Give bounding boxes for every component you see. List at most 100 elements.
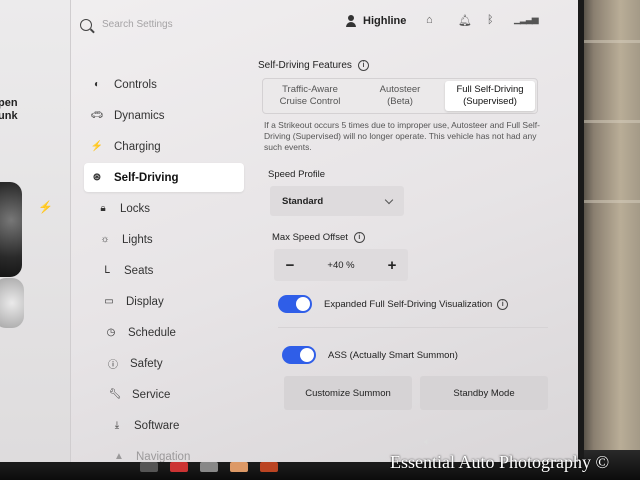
fsd-visualization-label: Expanded Full Self-Driving Visualization… xyxy=(324,298,509,310)
strikeout-warning: If a Strikeout occurs 5 times due to imp… xyxy=(264,120,540,152)
fsd-visualization-toggle[interactable] xyxy=(278,295,312,313)
app-icon[interactable] xyxy=(140,462,158,472)
car-image xyxy=(0,182,22,277)
sidebar-item-label: Dynamics xyxy=(114,109,165,122)
sidebar-item-label: Lights xyxy=(122,233,153,246)
sidebar-item-label: Seats xyxy=(124,264,154,277)
sidebar-item-label: Locks xyxy=(120,202,151,215)
search-icon xyxy=(80,18,92,31)
bluetooth-icon[interactable]: ᛒ xyxy=(487,14,494,26)
car-panel: pen unk ⚡ xyxy=(0,0,71,462)
arcade-icon[interactable] xyxy=(260,462,278,472)
sidebar-item-schedule[interactable]: ◷ Schedule xyxy=(84,318,244,347)
customize-summon-button[interactable]: Customize Summon xyxy=(284,376,412,410)
speed-profile-label-text: Speed Profile xyxy=(268,169,326,180)
volume-icon[interactable]: 🔈︎ xyxy=(424,436,431,449)
sidebar-item-display[interactable]: ▭ Display xyxy=(84,287,244,316)
sidebar-item-dynamics[interactable]: 🚗︎ Dynamics xyxy=(84,101,244,130)
bolt-icon: ⚡ xyxy=(38,200,53,214)
speed-profile-dropdown[interactable]: Standard xyxy=(270,186,404,216)
display-icon: ▭ xyxy=(104,296,114,307)
fsd-visualization-label-text: Expanded Full Self-Driving Visualization xyxy=(324,298,493,310)
speed-profile-label: Speed Profile xyxy=(268,169,548,180)
car-panel-trunk-text[interactable]: unk xyxy=(0,110,18,122)
max-speed-offset-stepper: − +40 % + xyxy=(274,249,408,281)
sidebar-item-label: Display xyxy=(126,295,164,308)
bell-icon[interactable]: 🔔︎ xyxy=(458,14,472,27)
option-autosteer[interactable]: Autosteer (Beta) xyxy=(355,81,445,111)
app-dock xyxy=(140,462,278,472)
max-speed-offset-label: Max Speed Offset i xyxy=(272,232,548,243)
features-section-title: Self-Driving Features i xyxy=(258,60,548,71)
summon-buttons: Customize Summon Standby Mode xyxy=(284,376,548,410)
sidebar-item-label: Self-Driving xyxy=(114,171,179,184)
bolt-icon: ⚡ xyxy=(90,141,104,152)
sidebar-item-controls[interactable]: ◐ Controls xyxy=(84,70,244,99)
lte-signal-icon: ▁▂▃▅ xyxy=(514,14,539,24)
car-panel-open-text[interactable]: pen xyxy=(0,97,18,109)
sidebar-item-seats[interactable]: ᒪ Seats xyxy=(84,256,244,285)
touchscreen: pen unk ⚡ Highline ⌂ 🔔︎ ᛒ ▁▂▃▅ ◐ Controls… xyxy=(0,0,584,466)
sidebar-item-charging[interactable]: ⚡ Charging xyxy=(84,132,244,161)
option-traffic-aware-cruise-control[interactable]: Traffic-Aware Cruise Control xyxy=(265,81,355,111)
search-bar[interactable] xyxy=(80,18,284,31)
person-icon xyxy=(345,15,357,27)
sidebar-item-service[interactable]: 🔧︎ Service xyxy=(84,380,244,409)
profile-button[interactable]: Highline xyxy=(345,15,406,27)
profile-name: Highline xyxy=(363,15,407,27)
sidebar-item-software[interactable]: ⤓ Software xyxy=(84,411,244,440)
max-speed-offset-value: +40 % xyxy=(327,259,355,271)
info-icon[interactable]: i xyxy=(353,232,365,243)
info-icon[interactable]: i xyxy=(497,298,509,310)
sidebar-item-label: Charging xyxy=(114,140,161,153)
nav-arrow-icon: ▲ xyxy=(114,451,124,462)
chevron-down-icon xyxy=(384,195,394,204)
calendar-icon[interactable] xyxy=(170,462,188,472)
clock-icon: ◷ xyxy=(106,327,116,338)
download-icon: ⤓ xyxy=(114,420,120,431)
max-speed-offset-label-text: Max Speed Offset xyxy=(272,232,348,243)
smart-summon-label: ASS (Actually Smart Summon) xyxy=(328,349,458,361)
option-line2: (Beta) xyxy=(387,96,413,107)
seat-icon: ᒪ xyxy=(104,265,110,276)
smart-summon-toggle[interactable] xyxy=(282,346,316,364)
steering-wheel-icon: ⊛ xyxy=(92,172,102,183)
home-icon[interactable]: ⌂ xyxy=(426,14,433,26)
sidebar-item-label: Safety xyxy=(130,357,163,370)
option-line2: (Supervised) xyxy=(463,96,517,107)
sidebar-item-label: Controls xyxy=(114,78,157,91)
sidebar-item-label: Navigation xyxy=(136,450,191,463)
option-line1: Full Self-Driving xyxy=(456,84,524,95)
photographer-watermark: Essential Auto Photography © xyxy=(390,452,610,472)
option-line1: Autosteer xyxy=(379,84,421,95)
toybox-icon[interactable] xyxy=(230,462,248,472)
smart-summon-row: ASS (Actually Smart Summon) xyxy=(282,346,548,364)
wrench-icon: 🔧︎ xyxy=(108,389,122,400)
info-icon[interactable]: i xyxy=(357,60,369,71)
sun-icon: ☼ xyxy=(100,234,110,245)
speed-profile-value: Standard xyxy=(282,195,324,207)
sidebar-item-label: Service xyxy=(132,388,171,401)
car-wheel-image xyxy=(0,278,24,328)
features-selector: Traffic-Aware Cruise Control Autosteer (… xyxy=(262,78,538,114)
divider xyxy=(278,327,548,328)
sidebar-item-safety[interactable]: ⓘ Safety xyxy=(84,349,244,378)
option-full-self-driving[interactable]: Full Self-Driving (Supervised) xyxy=(445,81,535,111)
dashcam-icon[interactable] xyxy=(200,462,218,472)
increase-button[interactable]: + xyxy=(384,257,400,274)
option-line2: Cruise Control xyxy=(279,96,341,107)
sidebar-item-lights[interactable]: ☼ Lights xyxy=(84,225,244,254)
sidebar-item-locks[interactable]: 🔒︎ Locks xyxy=(84,194,244,223)
sidebar-item-self-driving[interactable]: ⊛ Self-Driving xyxy=(84,163,244,192)
standby-mode-button[interactable]: Standby Mode xyxy=(420,376,548,410)
decrease-button[interactable]: − xyxy=(282,257,298,274)
lock-icon: 🔒︎ xyxy=(100,203,106,214)
search-input[interactable] xyxy=(100,18,284,31)
self-driving-settings: Self-Driving Features i Traffic-Aware Cr… xyxy=(258,60,548,410)
features-title-text: Self-Driving Features xyxy=(258,60,352,71)
toggle-icon: ◐ xyxy=(93,79,101,90)
sidebar-item-label: Schedule xyxy=(128,326,176,339)
info-circle-icon: ⓘ xyxy=(108,360,118,371)
sidebar-item-label: Software xyxy=(134,419,180,432)
settings-sidebar: ◐ Controls 🚗︎ Dynamics ⚡ Charging ⊛ Self-Dri… xyxy=(84,70,244,463)
